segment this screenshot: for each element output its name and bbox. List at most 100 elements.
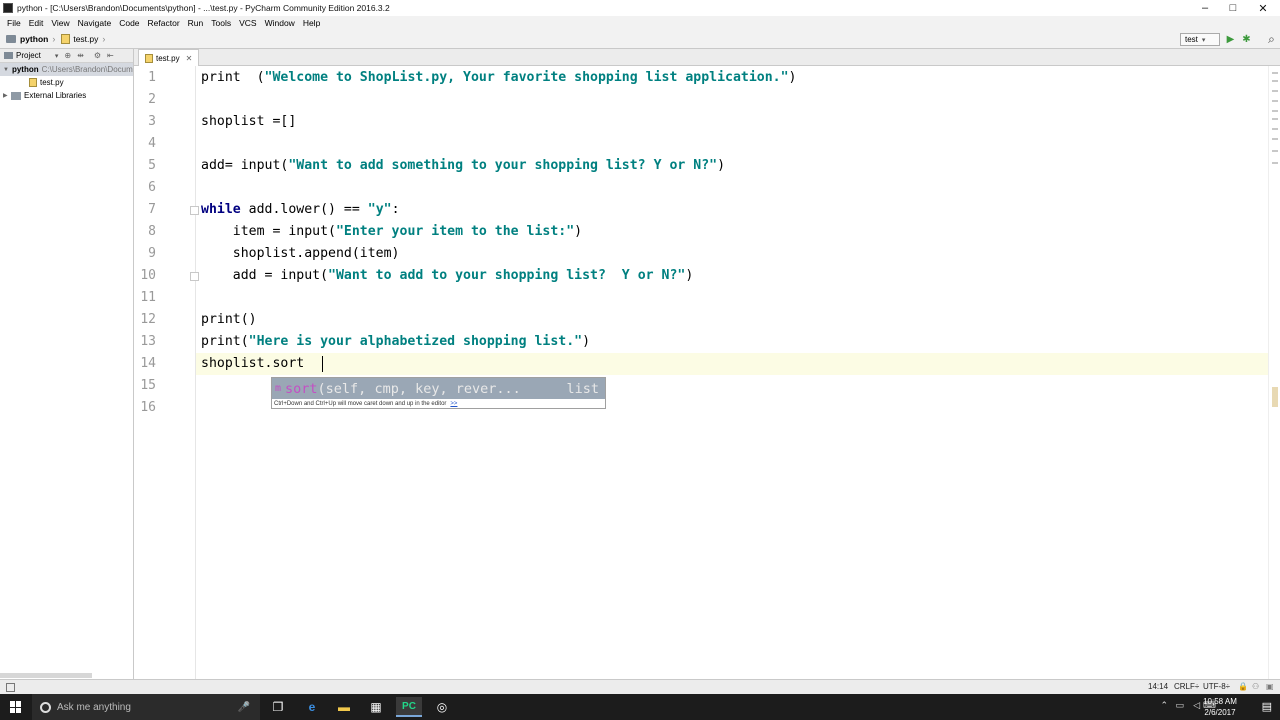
menu-edit[interactable]: Edit <box>25 18 48 28</box>
code-editor[interactable]: print ("Welcome to ShopList.py, Your fav… <box>196 66 1268 679</box>
python-file-icon <box>29 78 37 87</box>
line-number: 14 <box>140 356 156 371</box>
menu-help[interactable]: Help <box>299 18 324 28</box>
completion-name: sort <box>285 380 318 397</box>
menu-view[interactable]: View <box>47 18 73 28</box>
search-placeholder: Ask me anything <box>57 701 131 713</box>
breadcrumb-project[interactable]: python › <box>6 34 55 44</box>
menu-code[interactable]: Code <box>115 18 143 28</box>
line-number: 12 <box>140 312 156 327</box>
file-encoding[interactable]: UTF-8÷ <box>1203 682 1230 691</box>
scroll-marker[interactable] <box>1272 72 1278 74</box>
status-bar: 14:14 CRLF÷ UTF-8÷ 🔒 ⚇ ▣ <box>0 679 1280 694</box>
line-number: 15 <box>140 378 156 393</box>
line-number: 10 <box>140 268 156 283</box>
run-configuration-select[interactable]: test ▾ <box>1180 33 1220 46</box>
inspection-icon[interactable]: ⚇ <box>1252 682 1259 691</box>
tool-windows-icon[interactable] <box>6 683 15 692</box>
minimize-button[interactable]: – <box>1190 0 1220 16</box>
search-everywhere-icon[interactable]: ⌕ <box>1265 32 1278 46</box>
task-view-icon[interactable]: ❐ <box>265 697 291 717</box>
cortana-icon <box>40 701 51 713</box>
chevron-down-icon: ▾ <box>1201 36 1206 44</box>
run-icon[interactable]: ▶ <box>1224 33 1237 46</box>
pycharm-app-icon <box>3 3 13 13</box>
tab-test-py[interactable]: test.py ✕ <box>138 49 200 66</box>
caret-position[interactable]: 14:14 <box>1148 682 1168 691</box>
menu-vcs[interactable]: VCS <box>235 18 260 28</box>
completion-type: list <box>566 380 599 397</box>
project-view-label[interactable]: Project <box>16 51 41 60</box>
editor-scrollbar[interactable] <box>1268 66 1280 679</box>
close-tab-icon[interactable]: ✕ <box>186 54 193 63</box>
start-button[interactable] <box>0 694 32 720</box>
clock-time: 10:58 AM <box>1203 697 1237 706</box>
tree-collapsed-icon[interactable]: ▶ <box>3 92 11 99</box>
line-separator[interactable]: CRLF÷ <box>1174 682 1199 691</box>
scroll-marker[interactable] <box>1272 110 1278 112</box>
scroll-marker[interactable] <box>1272 80 1278 82</box>
file-explorer-icon[interactable]: ▬ <box>331 697 357 717</box>
gear-icon[interactable]: ⚙ <box>94 51 101 60</box>
chrome-icon[interactable]: ◎ <box>429 697 455 717</box>
menu-tools[interactable]: Tools <box>207 18 235 28</box>
tree-item-label: test.py <box>40 78 64 87</box>
code-line-9: shoplist.append(item) <box>201 246 400 261</box>
code-line-7: while add.lower() == "y": <box>201 202 400 217</box>
tree-item-test-py[interactable]: test.py <box>0 76 133 89</box>
title-bar: python - [C:\Users\Brandon\Documents\pyt… <box>0 0 1280 16</box>
sync-icon[interactable]: ⊕ <box>64 51 71 60</box>
line-number: 6 <box>148 180 156 195</box>
python-file-icon <box>61 34 71 44</box>
tray-chevron-up-icon[interactable]: ⌃ <box>1160 700 1168 711</box>
scroll-position-marker[interactable] <box>1272 387 1278 407</box>
hide-panel-icon[interactable]: ⇤ <box>107 51 114 60</box>
close-button[interactable]: ✕ <box>1248 0 1278 16</box>
tree-item-python-root[interactable]: ▼ python C:\Users\Brandon\Documents\pyth… <box>0 63 133 76</box>
microphone-icon[interactable]: 🎤 <box>238 702 250 713</box>
menu-navigate[interactable]: Navigate <box>74 18 116 28</box>
completion-popup[interactable]: m sort (self, cmp, key, rever... list Ct… <box>271 377 606 409</box>
tree-expanded-icon[interactable]: ▼ <box>3 67 9 73</box>
collapse-icon[interactable]: ⇹ <box>77 51 84 60</box>
text-caret <box>322 356 323 372</box>
scroll-marker[interactable] <box>1272 162 1278 164</box>
store-icon[interactable]: ▦ <box>363 697 389 717</box>
project-horizontal-scrollbar[interactable] <box>0 673 92 678</box>
network-icon[interactable]: ▭ <box>1175 700 1184 711</box>
menu-refactor[interactable]: Refactor <box>144 18 184 28</box>
scroll-marker[interactable] <box>1272 118 1278 120</box>
menu-file[interactable]: File <box>3 18 25 28</box>
menu-run[interactable]: Run <box>184 18 208 28</box>
scroll-marker[interactable] <box>1272 138 1278 140</box>
windows-taskbar: Ask me anything 🎤 ❐ e ▬ ▦ PC ◎ ⌃ ▭ ◁ ⌨ 1… <box>0 694 1280 720</box>
completion-item-sort[interactable]: m sort (self, cmp, key, rever... list <box>272 378 605 399</box>
scroll-marker[interactable] <box>1272 90 1278 92</box>
pycharm-taskbar-icon[interactable]: PC <box>396 697 422 717</box>
scroll-marker[interactable] <box>1272 128 1278 130</box>
menu-window[interactable]: Window <box>261 18 299 28</box>
editor-tab-strip: test.py ✕ <box>134 49 1280 66</box>
notification-center-icon[interactable]: ▤ <box>1262 700 1272 713</box>
event-log-icon[interactable]: ▣ <box>1266 682 1274 691</box>
lock-icon[interactable]: 🔒 <box>1238 682 1248 691</box>
line-number: 1 <box>148 70 156 85</box>
edge-browser-icon[interactable]: e <box>299 697 325 717</box>
completion-hint-text: Ctrl+Down and Ctrl+Up will move caret do… <box>274 401 447 407</box>
taskbar-clock[interactable]: 10:58 AM 2/6/2017 <box>1198 696 1242 718</box>
line-number: 4 <box>148 136 156 151</box>
completion-hint-link[interactable]: >> <box>450 401 457 407</box>
debug-icon[interactable]: ✱ <box>1240 33 1253 46</box>
window-title: python - [C:\Users\Brandon\Documents\pyt… <box>17 3 390 13</box>
scroll-marker[interactable] <box>1272 150 1278 152</box>
maximize-button[interactable]: □ <box>1218 0 1248 16</box>
breadcrumb-file[interactable]: test.py › <box>61 34 105 44</box>
cortana-search-box[interactable]: Ask me anything 🎤 <box>32 694 260 720</box>
tree-item-external-libraries[interactable]: ▶ External Libraries <box>0 89 133 102</box>
tree-item-path: C:\Users\Brandon\Documents\python <box>41 65 133 74</box>
line-number: 2 <box>148 92 156 107</box>
line-number: 16 <box>140 400 156 415</box>
scroll-marker[interactable] <box>1272 100 1278 102</box>
line-number: 7 <box>148 202 156 217</box>
chevron-down-icon[interactable]: ▾ <box>55 52 59 60</box>
